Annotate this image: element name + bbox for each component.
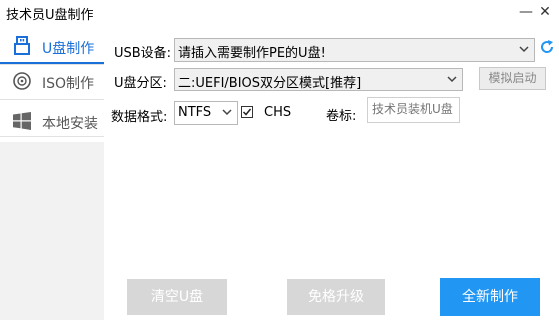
volume-input[interactable] xyxy=(372,102,456,116)
windows-icon xyxy=(12,111,32,131)
simulate-boot-button[interactable]: 模拟启动 xyxy=(479,67,546,90)
partition-value: 二:UEFI/BIOS双分区模式[推荐] xyxy=(178,76,362,91)
sidebar-item-label: 本地安装 xyxy=(42,116,98,132)
volume-field[interactable] xyxy=(367,97,460,123)
partition-label: U盘分区: xyxy=(114,76,167,91)
clear-usb-button[interactable]: 清空U盘 xyxy=(127,279,227,315)
usb-device-value: 请插入需要制作PE的U盘! xyxy=(178,46,326,61)
minimize-button[interactable]: — xyxy=(517,3,535,21)
refresh-icon[interactable] xyxy=(539,39,555,55)
close-button[interactable]: ✕ xyxy=(536,3,554,21)
partition-select[interactable]: 二:UEFI/BIOS双分区模式[推荐] xyxy=(174,68,463,91)
chs-checkbox[interactable] xyxy=(241,106,253,118)
sidebar-empty-panel xyxy=(0,142,104,320)
checkmark-icon xyxy=(242,108,252,116)
chevron-down-icon xyxy=(446,72,458,86)
sidebar-item-label: ISO制作 xyxy=(42,76,95,92)
format-select[interactable]: NTFS xyxy=(174,101,238,125)
sidebar-divider xyxy=(0,136,104,137)
title-bar: 技术员U盘制作 — ✕ xyxy=(0,0,559,26)
usb-device-select[interactable]: 请插入需要制作PE的U盘! xyxy=(174,38,535,62)
usb-icon xyxy=(12,36,32,56)
window-title: 技术员U盘制作 xyxy=(6,8,94,23)
sidebar-item-usb[interactable]: U盘制作 xyxy=(0,28,104,64)
format-value: NTFS xyxy=(178,105,212,120)
create-new-button[interactable]: 全新制作 xyxy=(440,278,540,316)
chevron-down-icon xyxy=(221,105,233,119)
upgrade-button[interactable]: 免格升级 xyxy=(287,279,385,315)
sidebar-divider xyxy=(0,99,104,100)
chevron-down-icon xyxy=(518,42,530,56)
sidebar-item-label: U盘制作 xyxy=(42,41,95,57)
volume-label: 卷标: xyxy=(326,109,357,124)
chs-label: CHS xyxy=(264,105,292,120)
disc-icon xyxy=(12,71,32,91)
usb-device-label: USB设备: xyxy=(114,46,172,61)
format-label: 数据格式: xyxy=(111,110,168,125)
sidebar-item-local-install[interactable]: 本地安装 xyxy=(0,103,104,139)
sidebar-item-iso[interactable]: ISO制作 xyxy=(0,63,104,99)
